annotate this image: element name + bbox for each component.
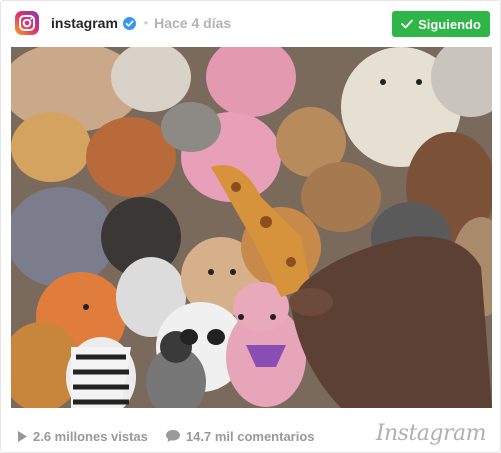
username-link[interactable]: instagram	[51, 15, 118, 31]
post-footer: 2.6 millones vistas 14.7 mil comentarios…	[1, 421, 500, 451]
post-card: instagram • Hace 4 días Siguiendo 2.6 mi…	[0, 0, 501, 453]
comment-icon	[165, 430, 180, 442]
plush-toys-image	[11, 47, 492, 408]
view-count-label: 2.6 millones vistas	[33, 428, 148, 444]
instagram-logo-icon[interactable]	[15, 11, 39, 35]
view-count: 2.6 millones vistas	[17, 429, 148, 444]
verified-badge-icon	[122, 16, 136, 30]
checkmark-icon	[401, 19, 413, 29]
comment-count-label: 14.7 mil comentarios	[185, 428, 315, 444]
post-video[interactable]	[11, 47, 492, 408]
post-timestamp[interactable]: Hace 4 días	[154, 15, 231, 31]
comment-count[interactable]: 14.7 mil comentarios	[165, 429, 315, 444]
post-header: instagram • Hace 4 días Siguiendo	[1, 1, 500, 45]
instagram-wordmark[interactable]: Instagram	[376, 421, 487, 446]
following-button-label: Siguiendo	[418, 16, 481, 32]
play-icon	[18, 430, 27, 442]
following-button[interactable]: Siguiendo	[392, 11, 490, 37]
separator-dot: •	[143, 16, 149, 30]
